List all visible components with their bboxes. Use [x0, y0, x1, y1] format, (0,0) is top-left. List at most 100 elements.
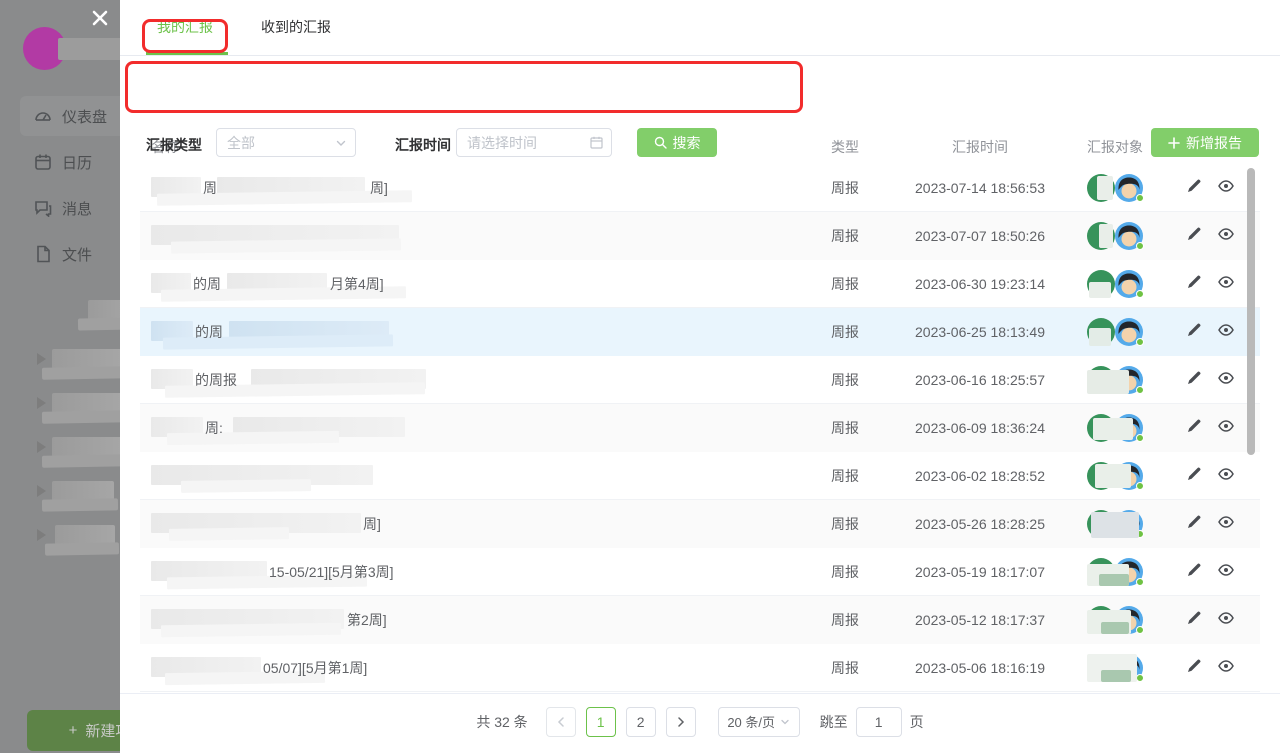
- row-actions: [1160, 418, 1260, 437]
- redacted-tree-item-smear: [42, 498, 118, 511]
- tree-expand-icon[interactable]: [37, 485, 46, 497]
- sidebar-item-calendar[interactable]: 日历: [20, 142, 120, 182]
- edit-icon[interactable]: [1186, 226, 1202, 242]
- report-time-input[interactable]: 请选择时间: [456, 128, 612, 157]
- table-row[interactable]: 的周 周报 2023-06-25 18:13:49: [140, 308, 1260, 356]
- report-name-fragment: 周:: [205, 418, 223, 438]
- column-header-type: 类型: [800, 137, 890, 157]
- report-time: 2023-05-12 18:17:37: [890, 612, 1070, 628]
- sidebar-item-dashboard[interactable]: 仪表盘: [20, 96, 120, 136]
- sidebar-item-label: 消息: [62, 198, 92, 219]
- pagination-bar: 共 32 条 1 2 20 条/页 跳至 页: [120, 694, 1280, 753]
- view-icon[interactable]: [1218, 514, 1234, 530]
- report-time: 2023-06-16 18:25:57: [890, 372, 1070, 388]
- edit-icon[interactable]: [1186, 322, 1202, 338]
- view-icon[interactable]: [1218, 226, 1234, 242]
- redacted-avatar-block: [1097, 176, 1113, 200]
- tree-expand-icon[interactable]: [37, 441, 46, 453]
- sidebar-item-label: 文件: [62, 244, 92, 265]
- sidebar-item-messages[interactable]: 消息: [20, 188, 120, 228]
- edit-icon[interactable]: [1186, 562, 1202, 578]
- edit-icon[interactable]: [1186, 610, 1202, 626]
- avatar-group: [1087, 654, 1143, 682]
- online-status-dot: [1136, 338, 1144, 346]
- prev-page-button[interactable]: [546, 707, 576, 737]
- report-name-cell: 15-05/21][5月第3周]: [140, 548, 800, 596]
- table-row[interactable]: 周] 周报 2023-05-26 18:28:25: [140, 500, 1260, 548]
- view-icon[interactable]: [1218, 370, 1234, 386]
- report-type: 周报: [800, 514, 890, 534]
- page-size-select[interactable]: 20 条/页: [718, 707, 800, 737]
- sidebar-item-label: 仪表盘: [62, 106, 107, 127]
- close-icon[interactable]: [90, 8, 110, 28]
- tree-expand-icon[interactable]: [37, 353, 46, 365]
- vertical-scrollbar[interactable]: [1247, 168, 1255, 455]
- table-row[interactable]: 周: 周报 2023-06-09 18:36:24: [140, 404, 1260, 452]
- report-name-cell: 05/07][5月第1周]: [140, 644, 800, 692]
- jump-page-input[interactable]: [856, 707, 902, 737]
- report-time: 2023-06-25 18:13:49: [890, 324, 1070, 340]
- row-actions: [1160, 370, 1260, 389]
- tree-expand-icon[interactable]: [37, 397, 46, 409]
- edit-icon[interactable]: [1186, 178, 1202, 194]
- edit-icon[interactable]: [1186, 274, 1202, 290]
- view-icon[interactable]: [1218, 274, 1234, 290]
- view-icon[interactable]: [1218, 610, 1234, 626]
- edit-icon[interactable]: [1186, 466, 1202, 482]
- sidebar-item-files[interactable]: 文件: [20, 234, 120, 274]
- report-time-label: 汇报时间: [395, 135, 451, 155]
- view-icon[interactable]: [1218, 418, 1234, 434]
- next-page-button[interactable]: [666, 707, 696, 737]
- view-icon[interactable]: [1218, 562, 1234, 578]
- page-button-2[interactable]: 2: [626, 707, 656, 737]
- search-button[interactable]: 搜索: [637, 128, 717, 157]
- table-row[interactable]: 周报 2023-07-07 18:50:26: [140, 212, 1260, 260]
- table-row[interactable]: 的周月第4周] 周报 2023-06-30 19:23:14: [140, 260, 1260, 308]
- report-type: 周报: [800, 562, 890, 582]
- view-icon[interactable]: [1218, 466, 1234, 482]
- page-size-value: 20 条/页: [727, 712, 775, 731]
- avatar-group: [1087, 174, 1143, 202]
- row-actions: [1160, 514, 1260, 533]
- redacted-tree-item-smear: [42, 410, 120, 423]
- table-row[interactable]: 周周] 周报 2023-07-14 18:56:53: [140, 164, 1260, 212]
- avatar-group: [1087, 366, 1143, 394]
- page-button-1[interactable]: 1: [586, 707, 616, 737]
- report-recipients: [1070, 222, 1160, 250]
- table-row[interactable]: 15-05/21][5月第3周] 周报 2023-05-19 18:17:07: [140, 548, 1260, 596]
- report-type: 周报: [800, 370, 890, 390]
- tab-received-reports[interactable]: 收到的汇报: [261, 0, 331, 55]
- report-type-select[interactable]: 全部: [216, 128, 356, 157]
- add-report-label: 新增报告: [1186, 133, 1242, 153]
- redacted-avatar-block: [1089, 282, 1111, 298]
- report-recipients: [1070, 318, 1160, 346]
- view-icon[interactable]: [1218, 658, 1234, 674]
- table-row[interactable]: 05/07][5月第1周] 周报 2023-05-06 18:16:19: [140, 644, 1260, 692]
- edit-icon[interactable]: [1186, 658, 1202, 674]
- redacted-avatar-block: [1099, 574, 1129, 586]
- edit-icon[interactable]: [1186, 418, 1202, 434]
- online-status-dot: [1136, 386, 1144, 394]
- tab-my-reports[interactable]: 我的汇报: [157, 0, 213, 55]
- report-type: 周报: [800, 466, 890, 486]
- calendar-icon: [590, 136, 603, 149]
- tab-bar: 我的汇报 收到的汇报: [120, 0, 1280, 56]
- view-icon[interactable]: [1218, 322, 1234, 338]
- tree-expand-icon[interactable]: [37, 529, 46, 541]
- table-row[interactable]: 周报 2023-06-02 18:28:52: [140, 452, 1260, 500]
- report-type: 周报: [800, 274, 890, 294]
- avatar-group: [1087, 462, 1143, 490]
- row-actions: [1160, 226, 1260, 245]
- view-icon[interactable]: [1218, 178, 1234, 194]
- search-label: 搜索: [673, 133, 701, 153]
- report-name-cell: [140, 212, 800, 260]
- report-time: 2023-06-02 18:28:52: [890, 468, 1070, 484]
- table-row[interactable]: 的周报 周报 2023-06-16 18:25:57: [140, 356, 1260, 404]
- new-project-button[interactable]: + 新建项目: [27, 710, 120, 751]
- edit-icon[interactable]: [1186, 370, 1202, 386]
- report-name-cell: 周]: [140, 500, 800, 548]
- table-row[interactable]: 第2周] 周报 2023-05-12 18:17:37: [140, 596, 1260, 644]
- edit-icon[interactable]: [1186, 514, 1202, 530]
- add-report-button[interactable]: 新增报告: [1151, 128, 1259, 157]
- report-name-fragment: 周]: [363, 514, 381, 534]
